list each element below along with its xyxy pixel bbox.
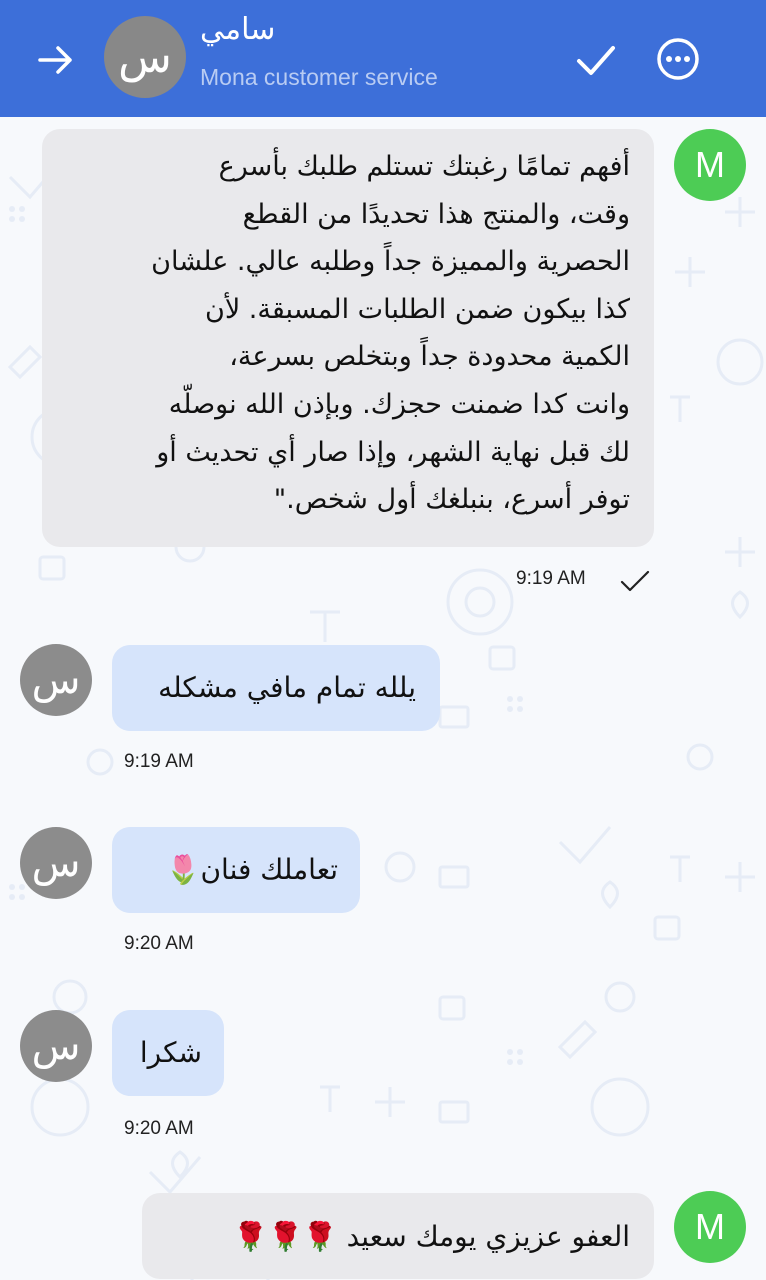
- conversation-subtitle: Mona customer service: [200, 64, 438, 90]
- incoming-message-bubble[interactable]: شكرا: [112, 1010, 224, 1096]
- message-text: يلله تمام مافي مشكله: [158, 671, 416, 704]
- message-timestamp: 9:20 AM: [124, 1118, 194, 1139]
- more-options-icon[interactable]: [654, 35, 702, 83]
- incoming-message-bubble[interactable]: يلله تمام مافي مشكله: [112, 645, 440, 731]
- customer-avatar[interactable]: س: [20, 827, 92, 899]
- message-timestamp: 9:19 AM: [516, 568, 586, 589]
- checkmark-icon[interactable]: [574, 38, 618, 82]
- single-check-icon: [620, 570, 650, 592]
- outgoing-message-bubble[interactable]: العفو عزيزي يومك سعيد 🌹🌹🌹: [142, 1193, 654, 1279]
- customer-avatar[interactable]: س: [20, 644, 92, 716]
- message-text: أفهم تمامًا رغبتك تستلم طلبك بأسرع وقت، …: [151, 151, 630, 516]
- message-text: تعاملك فنان🌷: [165, 853, 338, 886]
- message-text: العفو عزيزي يومك سعيد 🌹🌹🌹: [233, 1220, 630, 1253]
- agent-avatar[interactable]: M: [674, 1191, 746, 1263]
- message-timestamp: 9:19 AM: [124, 751, 194, 772]
- customer-avatar[interactable]: س: [20, 1010, 92, 1082]
- agent-avatar[interactable]: M: [674, 129, 746, 201]
- chat-header: س سامي Mona customer service: [0, 0, 766, 117]
- contact-name[interactable]: سامي: [200, 12, 275, 47]
- message-text: شكرا: [139, 1036, 202, 1069]
- message-list[interactable]: M أفهم تمامًا رغبتك تستلم طلبك بأسرع وقت…: [0, 117, 766, 1280]
- message-timestamp: 9:20 AM: [124, 933, 194, 954]
- incoming-message-bubble[interactable]: تعاملك فنان🌷: [112, 827, 360, 913]
- arrow-right-icon[interactable]: [34, 38, 78, 82]
- contact-avatar[interactable]: س: [104, 16, 186, 98]
- outgoing-message-bubble[interactable]: أفهم تمامًا رغبتك تستلم طلبك بأسرع وقت، …: [42, 129, 654, 547]
